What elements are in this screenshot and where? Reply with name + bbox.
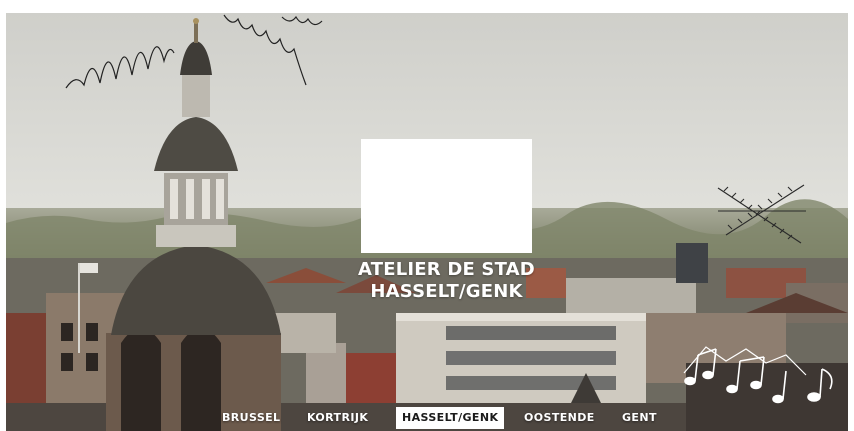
hero-title-line2: HASSELT/GENK [370,281,523,302]
hero-title: ATELIER DE STAD HASSELT/GENK [306,259,587,303]
logo-placeholder [361,139,532,253]
nav-item-oostende[interactable]: OOSTENDE [524,407,595,429]
city-nav: BRUSSEL KORTRIJK HASSELT/GENK OOSTENDE G… [0,405,854,431]
hero-frame: ATELIER DE STAD HASSELT/GENK [6,13,848,431]
hero-title-line1: ATELIER DE STAD [358,259,535,280]
nav-item-hasselt-genk[interactable]: HASSELT/GENK [396,407,505,429]
nav-item-gent[interactable]: GENT [622,407,657,429]
nav-item-kortrijk[interactable]: KORTRIJK [307,407,368,429]
nav-item-brussel[interactable]: BRUSSEL [222,407,280,429]
